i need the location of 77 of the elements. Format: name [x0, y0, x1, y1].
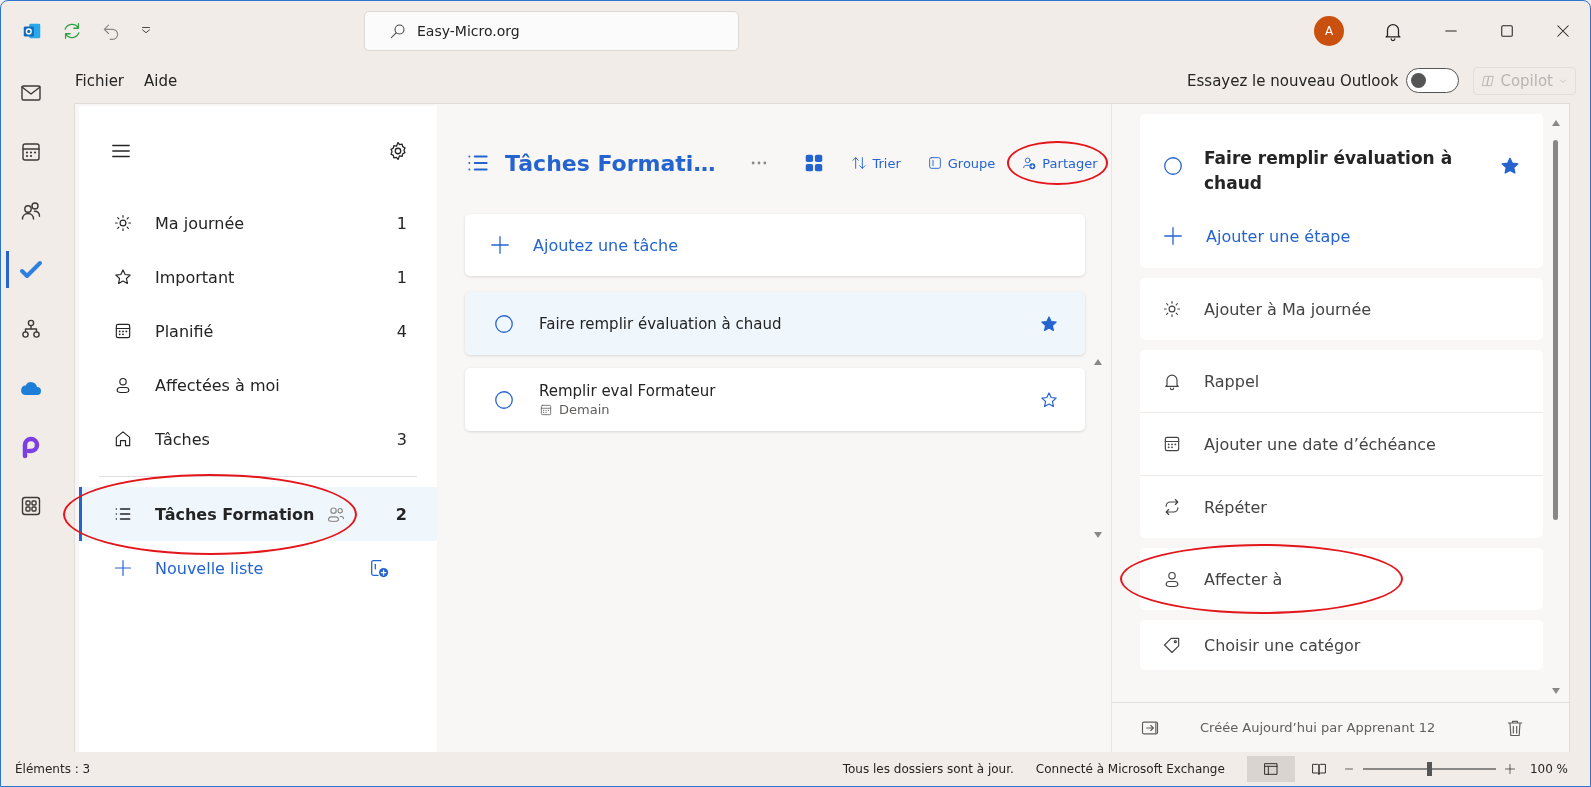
new-group-icon[interactable] — [368, 557, 390, 579]
nav-item[interactable]: Planifié 4 — [79, 304, 437, 358]
sun-icon — [113, 213, 133, 233]
item-count: 3 — [396, 429, 407, 449]
checkbox-circle-icon[interactable] — [1162, 155, 1184, 177]
nav-label: Affectées à moi — [155, 375, 280, 395]
slider-thumb[interactable] — [1427, 762, 1433, 776]
item-count: 1 — [396, 213, 407, 233]
toggle-label: Essayez le nouveau Outlook — [1187, 71, 1399, 90]
sun-icon — [1162, 299, 1182, 319]
nav-label: Important — [155, 267, 235, 287]
menu-item[interactable]: Fichier — [75, 71, 125, 90]
task-card[interactable]: Faire remplir évaluation à chaud — [465, 292, 1085, 355]
calendar-icon — [539, 402, 553, 417]
task-title: Remplir eval Formateur — [539, 382, 717, 400]
add-task-field[interactable]: Ajoutez une tâche — [465, 214, 1085, 276]
detail-option[interactable]: Rappel — [1140, 350, 1543, 412]
nav-label: Tâches — [155, 429, 210, 449]
nav-item[interactable]: Important 1 — [79, 250, 437, 304]
list-title: Tâches Formati… — [505, 150, 716, 176]
nav-item[interactable]: Affectées à moi — [79, 358, 437, 412]
status-message: Connecté à Microsoft Exchange — [1035, 762, 1225, 776]
search-field[interactable]: Easy-Micro.org — [364, 10, 739, 51]
new-list-button[interactable]: Nouvelle liste — [79, 541, 437, 595]
status-message: Tous les dossiers sont à jour. — [842, 762, 1014, 776]
star-icon[interactable] — [1039, 313, 1059, 334]
item-count: 4 — [396, 321, 407, 341]
plus-icon — [113, 558, 133, 578]
normal-view-icon — [1262, 761, 1279, 777]
detail-option[interactable]: Ajouter une date d’échéance — [1140, 413, 1543, 475]
task-title: Faire remplir évaluation à chaud — [539, 314, 783, 333]
checkbox-circle-icon[interactable] — [493, 388, 515, 411]
detail-option[interactable]: Affecter à — [1140, 548, 1543, 610]
toolbar-button[interactable]: Partager — [1021, 155, 1098, 171]
nav-item[interactable]: Tâches Formation 2 — [79, 487, 437, 541]
task-card[interactable]: Remplir eval Formateur Demain — [465, 368, 1085, 431]
toolbar-button[interactable]: Trier — [851, 155, 901, 171]
tag-icon — [1162, 635, 1182, 655]
item-count: 1 — [396, 267, 407, 287]
avatar[interactable]: A — [1314, 15, 1344, 46]
plus-icon — [489, 234, 511, 256]
search-input[interactable]: Easy-Micro.org — [415, 21, 715, 40]
created-note: Créée Aujourd’hui par Apprenant 12 — [1200, 720, 1437, 735]
task-title: Faire remplir évaluation à chaud — [1204, 147, 1454, 195]
nav-item[interactable]: Ma journée 1 — [79, 196, 437, 250]
plus-icon — [1162, 225, 1184, 247]
zoom-level: 100 % — [1529, 762, 1568, 776]
star-icon — [113, 267, 133, 287]
nav-label: Ma journée — [155, 213, 245, 233]
item-count-status: Éléments : 3 — [15, 762, 91, 776]
search-icon — [389, 21, 407, 40]
add-task-input[interactable]: Ajoutez une tâche — [531, 234, 1061, 256]
group-icon — [926, 155, 943, 171]
toolbar-button[interactable]: Groupe — [926, 155, 996, 171]
nav-label: Tâches Formation — [155, 504, 315, 524]
settings-icon[interactable] — [387, 140, 409, 162]
due-date: Demain — [559, 402, 610, 417]
star-icon[interactable] — [1039, 389, 1059, 410]
view-button[interactable] — [1246, 756, 1295, 782]
house-icon — [113, 429, 133, 449]
detail-option[interactable]: Répéter — [1140, 476, 1543, 538]
calendar-icon — [1162, 434, 1182, 454]
item-count: 2 — [395, 504, 407, 524]
sort-icon — [851, 155, 868, 171]
nav-item[interactable]: Tâches 3 — [79, 412, 437, 466]
nav-label: Planifié — [155, 321, 214, 341]
checkbox-circle-icon[interactable] — [493, 312, 515, 335]
detail-option[interactable]: Ajouter à Ma journée — [1140, 278, 1543, 340]
add-person-icon — [1021, 155, 1038, 171]
calendar-icon — [113, 321, 133, 341]
detail-option[interactable]: Choisir une catégor — [1140, 620, 1543, 670]
add-step-button[interactable]: Ajouter une étape — [1140, 204, 1543, 268]
toggle-switch[interactable] — [1406, 68, 1460, 93]
menu-item[interactable]: Aide — [144, 71, 178, 90]
star-icon[interactable] — [1499, 155, 1521, 177]
zoom-in-icon[interactable] — [1503, 763, 1516, 775]
reading-view-icon — [1310, 761, 1327, 777]
